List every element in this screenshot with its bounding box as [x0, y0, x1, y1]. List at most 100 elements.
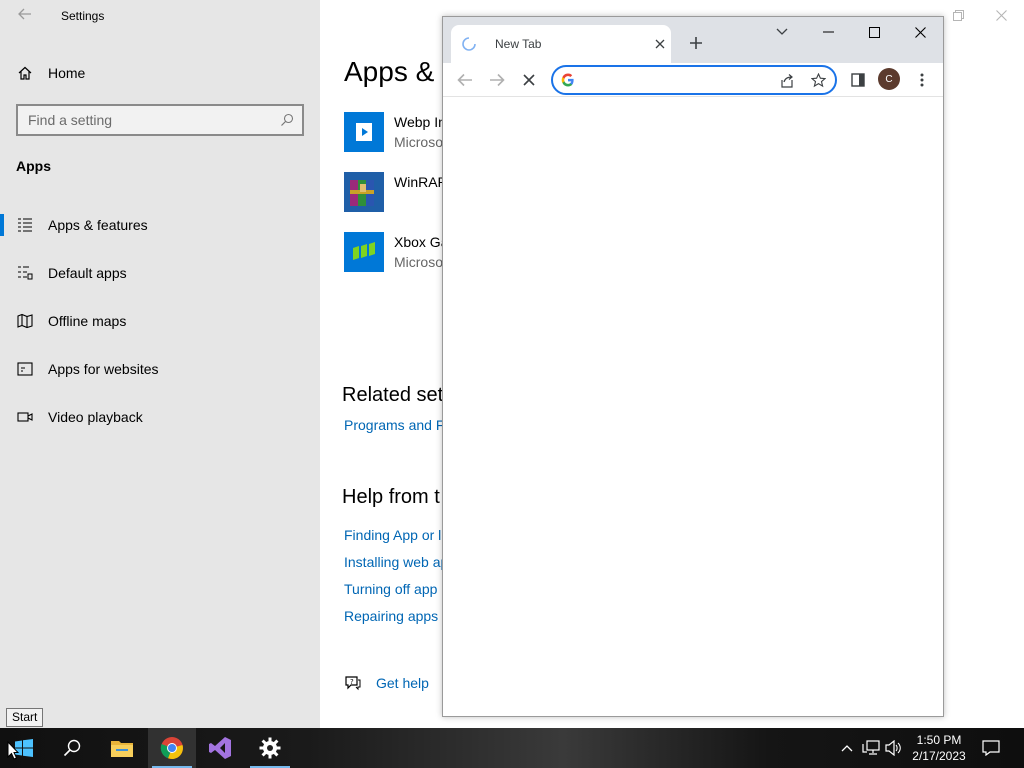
- share-icon[interactable]: [779, 73, 795, 89]
- svg-text:?: ?: [350, 678, 354, 686]
- nav-offline-maps[interactable]: Offline maps: [0, 301, 320, 341]
- apps-features-icon: [16, 216, 34, 234]
- file-explorer-taskbar[interactable]: [98, 728, 146, 768]
- xbox-icon: [344, 232, 384, 272]
- stop-loading-button[interactable]: [517, 68, 541, 92]
- show-hidden-icons[interactable]: [837, 738, 857, 758]
- app-publisher: Microso: [394, 254, 444, 270]
- apps-websites-icon: [16, 360, 34, 378]
- app-list-item[interactable]: WinRAR: [344, 172, 448, 214]
- taskbar-clock[interactable]: 1:50 PM 2/17/2023: [906, 732, 972, 764]
- chrome-toolbar: C: [443, 63, 943, 97]
- visual-studio-taskbar[interactable]: [196, 728, 244, 768]
- nav-back-button[interactable]: [453, 68, 477, 92]
- nav-forward-button[interactable]: [485, 68, 509, 92]
- minimize-icon: [822, 31, 834, 33]
- volume-tray-icon[interactable]: [884, 738, 904, 758]
- close-icon: [914, 26, 926, 38]
- start-tooltip: Start: [6, 708, 44, 727]
- back-button[interactable]: [14, 6, 36, 26]
- chevron-up-icon: [841, 745, 853, 752]
- bookmark-star-icon[interactable]: [811, 73, 826, 88]
- address-bar[interactable]: [551, 65, 837, 95]
- chrome-logo-icon: [160, 737, 183, 760]
- chrome-window: New Tab C: [442, 16, 944, 717]
- window-title: Settings: [61, 9, 105, 23]
- default-apps-icon: [16, 264, 34, 282]
- stop-x-icon: [523, 74, 535, 86]
- help-link[interactable]: Installing web ap: [344, 554, 448, 570]
- side-panel-icon: [851, 73, 865, 87]
- kebab-menu-icon: [920, 73, 924, 87]
- help-link[interactable]: Finding App or l: [344, 527, 441, 543]
- tab-close-icon[interactable]: [651, 35, 669, 53]
- nav-apps-websites[interactable]: Apps for websites: [0, 349, 320, 389]
- settings-close-icon[interactable]: [991, 6, 1011, 26]
- network-icon: [862, 740, 880, 755]
- chrome-menu-button[interactable]: [910, 68, 934, 92]
- find-setting-search[interactable]: [16, 104, 304, 136]
- get-help-link[interactable]: ? Get help: [344, 674, 429, 692]
- video-playback-icon: [16, 408, 34, 426]
- google-g-icon: [561, 73, 574, 87]
- speaker-icon: [885, 740, 901, 756]
- app-name: Xbox Ga: [394, 234, 449, 250]
- taskbar-search-icon: [63, 739, 81, 757]
- related-settings-heading: Related sett: [342, 384, 449, 406]
- omnibox-input[interactable]: [579, 72, 759, 88]
- offline-maps-icon: [16, 312, 34, 330]
- programs-features-link[interactable]: Programs and F: [344, 417, 444, 433]
- search-icon: [280, 113, 294, 132]
- chat-help-icon: ?: [345, 676, 361, 691]
- app-publisher: Microso: [394, 134, 444, 150]
- nav-label: Offline maps: [48, 313, 127, 329]
- nav-video-playback[interactable]: Video playback: [0, 397, 320, 437]
- chrome-taskbar[interactable]: [148, 728, 196, 768]
- settings-restore-icon[interactable]: [948, 6, 968, 26]
- arrow-right-icon: [490, 73, 505, 87]
- chevron-down-icon: [776, 28, 788, 35]
- get-help-label: Get help: [376, 675, 429, 691]
- help-link[interactable]: Turning off app: [344, 581, 437, 597]
- plus-icon: [690, 37, 702, 49]
- tab-strip: New Tab: [443, 17, 943, 63]
- clock-date: 2/17/2023: [912, 749, 966, 763]
- tab-new-tab[interactable]: New Tab: [451, 25, 671, 63]
- nav-apps-features[interactable]: Apps & features: [0, 205, 320, 245]
- side-panel-button[interactable]: [846, 68, 870, 92]
- network-tray-icon[interactable]: [861, 738, 881, 758]
- app-list-item[interactable]: Xbox Ga Microso: [344, 232, 448, 274]
- tab-search-button[interactable]: [759, 17, 805, 47]
- nav-default-apps[interactable]: Default apps: [0, 253, 320, 293]
- folder-icon: [111, 741, 133, 757]
- maximize-button[interactable]: [851, 17, 897, 47]
- home-icon: [16, 64, 34, 82]
- search-input[interactable]: [28, 112, 268, 128]
- app-name: WinRAR: [394, 174, 448, 190]
- winrar-icon: [344, 172, 384, 212]
- settings-sidebar: Settings Home Apps Apps & features Defau: [0, 0, 320, 728]
- settings-taskbar[interactable]: [246, 728, 294, 768]
- app-name: Webp In: [394, 114, 446, 130]
- clock-time: 1:50 PM: [916, 733, 962, 747]
- nav-label: Default apps: [48, 265, 127, 281]
- nav-label: Apps for websites: [48, 361, 159, 377]
- search-taskbar-button[interactable]: [48, 728, 96, 768]
- new-tab-button[interactable]: [685, 32, 707, 54]
- action-center-button[interactable]: [981, 738, 1001, 758]
- minimize-button[interactable]: [805, 17, 851, 47]
- taskbar: 1:50 PM 2/17/2023: [0, 728, 1024, 768]
- maximize-icon: [868, 26, 880, 38]
- close-button[interactable]: [897, 17, 943, 47]
- nav-label: Apps & features: [48, 217, 148, 233]
- app-list-item[interactable]: Webp In Microso: [344, 112, 446, 154]
- help-link[interactable]: Repairing apps a: [344, 608, 450, 624]
- home-label: Home: [48, 65, 86, 81]
- help-heading: Help from t: [342, 486, 440, 508]
- loading-spinner-icon: [462, 37, 476, 51]
- nav-label: Video playback: [48, 409, 143, 425]
- profile-avatar[interactable]: C: [878, 68, 900, 90]
- section-title: Apps: [16, 158, 51, 174]
- webp-app-icon: [344, 112, 384, 152]
- home-link[interactable]: Home: [16, 62, 85, 84]
